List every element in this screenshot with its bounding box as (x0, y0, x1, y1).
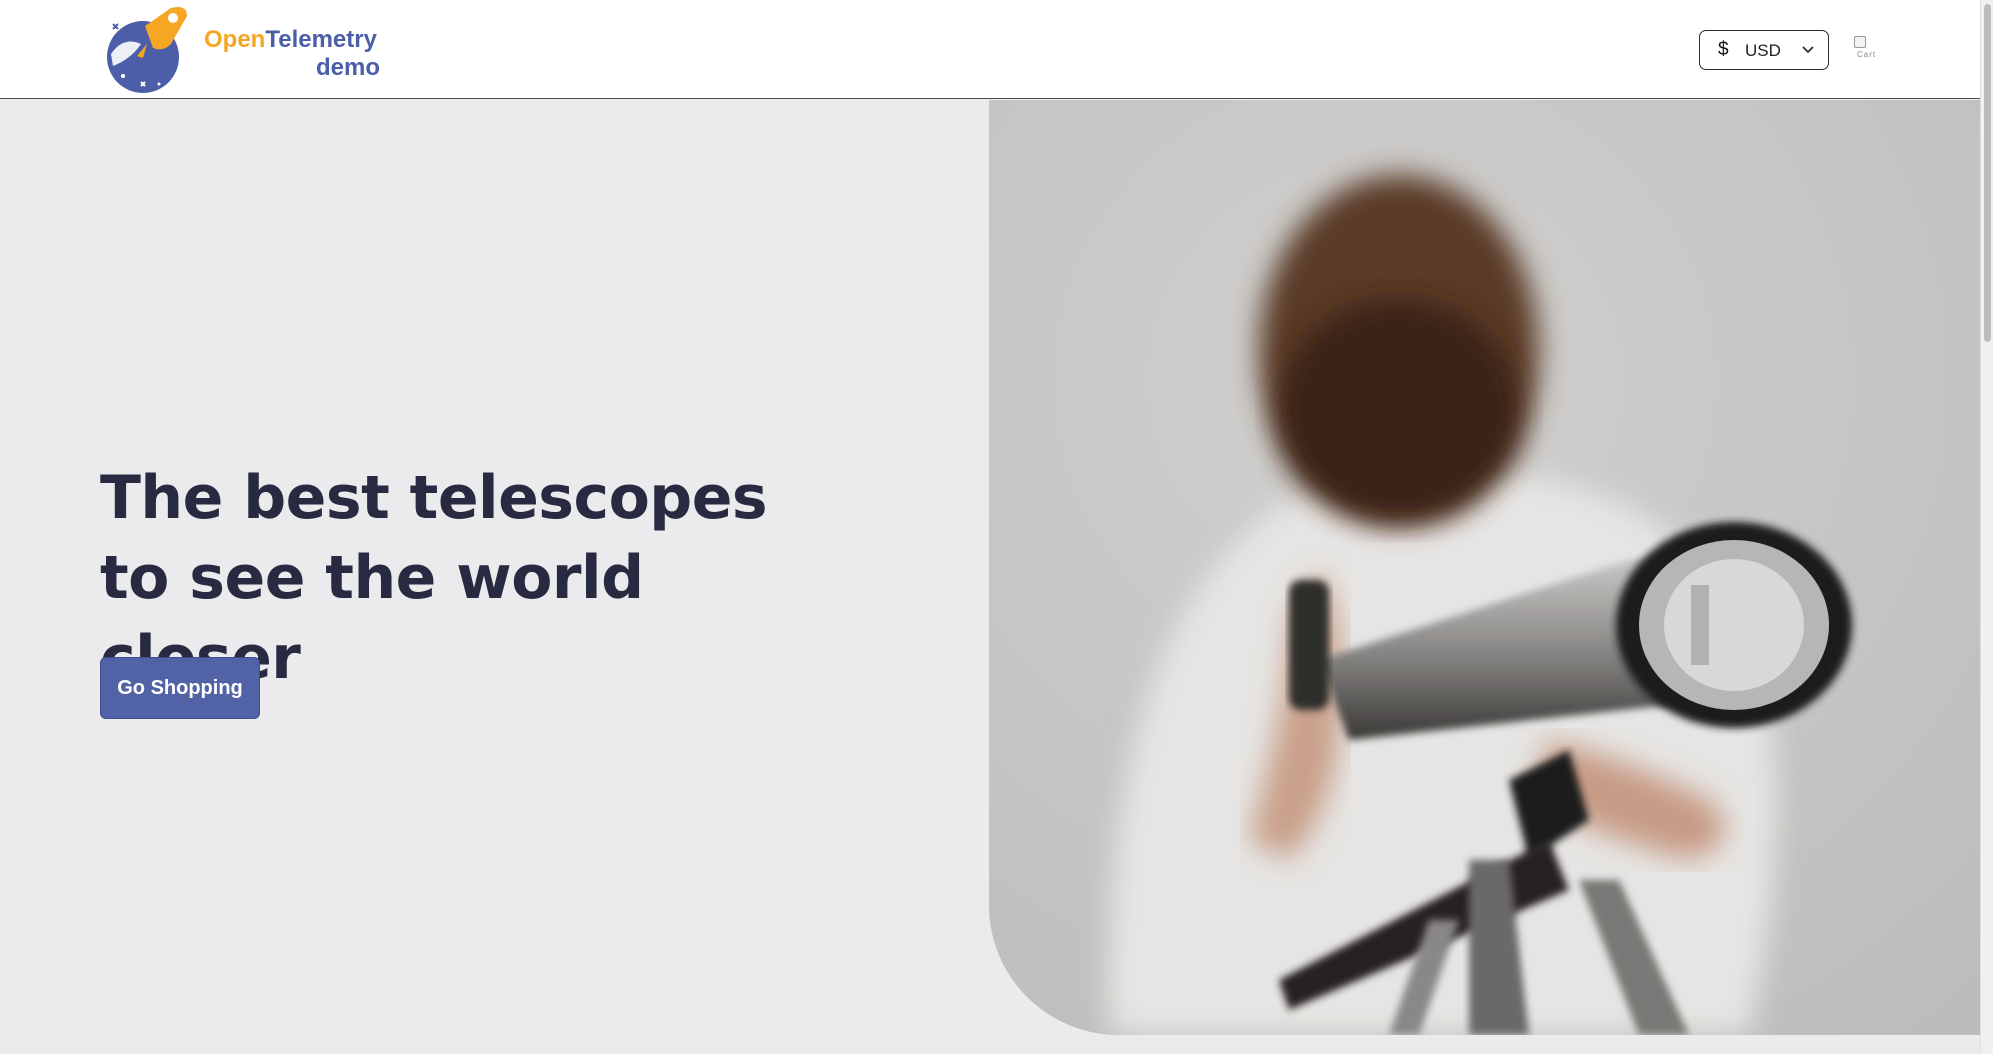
currency-symbol: $ (1718, 39, 1729, 60)
child-telescope-photo-icon (989, 100, 1980, 1035)
chevron-down-icon (1802, 46, 1814, 54)
cart-icon[interactable]: Cart (1854, 36, 1878, 60)
currency-selector[interactable]: $ USD (1699, 30, 1829, 70)
logo-word-open: Open (204, 26, 266, 53)
logo-word-telemetry: Telemetry (265, 26, 377, 53)
logo[interactable]: OpenTelemetry demo (101, 4, 401, 96)
site-header: OpenTelemetry demo $ USD Cart (0, 0, 1980, 99)
logo-wordmark: OpenTelemetry (204, 26, 377, 54)
broken-image-icon (1854, 36, 1866, 48)
rocket-planet-logo-icon (107, 7, 187, 93)
hero-image (989, 100, 1980, 1035)
page-scrollbar[interactable] (1980, 0, 1993, 1054)
logo-subtitle: demo (316, 54, 381, 81)
scrollbar-thumb[interactable] (1984, 4, 1991, 342)
go-shopping-button[interactable]: Go Shopping (100, 657, 260, 719)
cart-alt-text: Cart (1857, 50, 1877, 59)
currency-code: USD (1745, 41, 1781, 60)
